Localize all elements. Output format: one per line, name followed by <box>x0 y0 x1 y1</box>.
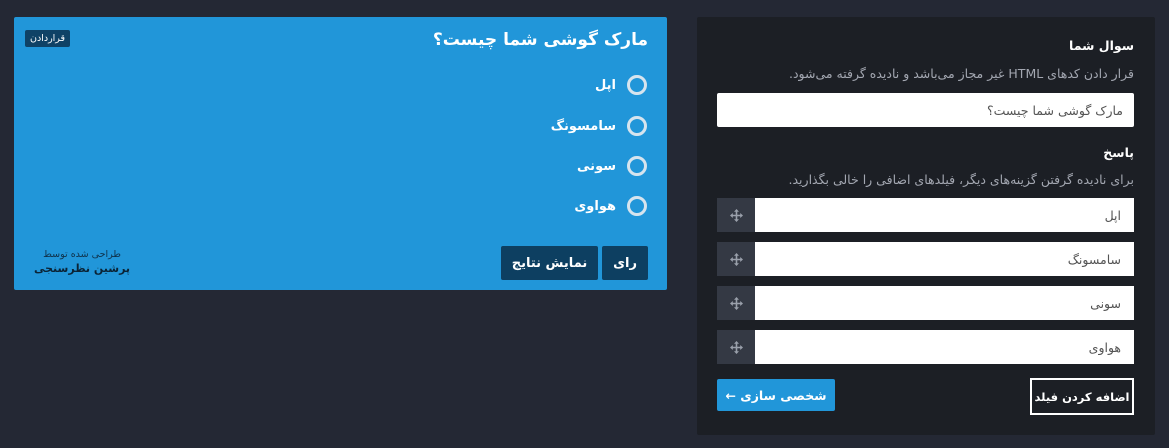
answer-row <box>717 330 1134 364</box>
move-arrows-icon[interactable] <box>717 242 755 276</box>
vote-button[interactable]: رای <box>602 246 648 280</box>
answer-input[interactable] <box>755 242 1134 276</box>
radio-button[interactable] <box>627 116 647 136</box>
poll-option[interactable]: هواوی <box>574 196 647 216</box>
answer-row <box>717 286 1134 320</box>
add-field-button[interactable]: اضافه کردن فیلد <box>1030 378 1134 415</box>
poll-preview: مارک گوشی شما چیست؟ قراردادن اپل سامسونگ… <box>14 17 667 290</box>
poll-title: مارک گوشی شما چیست؟ <box>432 30 648 50</box>
question-section-title: سوال شما <box>1069 38 1134 53</box>
credit-caption: طراحی شده توسط <box>43 249 121 260</box>
answer-input[interactable] <box>755 330 1134 364</box>
answer-row <box>717 242 1134 276</box>
credit-link[interactable]: پرشین نظرسنجی <box>34 262 130 275</box>
answer-help-text: برای نادیده گرفتن گزینه‌های دیگر، فیلدها… <box>788 172 1134 187</box>
radio-button[interactable] <box>627 156 647 176</box>
answer-input[interactable] <box>755 198 1134 232</box>
answer-input[interactable] <box>755 286 1134 320</box>
move-arrows-icon[interactable] <box>717 330 755 364</box>
radio-button[interactable] <box>627 75 647 95</box>
poll-option[interactable]: اپل <box>595 75 647 95</box>
poll-option-label: سونی <box>577 158 616 174</box>
poll-option-label: سامسونگ <box>550 118 616 134</box>
answer-row <box>717 198 1134 232</box>
answer-section-title: پاسخ <box>1103 145 1134 160</box>
show-results-button[interactable]: نمایش نتایج <box>501 246 598 280</box>
embed-button[interactable]: قراردادن <box>25 30 71 47</box>
credit: طراحی شده توسط پرشین نظرسنجی <box>34 249 130 275</box>
move-arrows-icon[interactable] <box>717 286 755 320</box>
question-help-text: قرار دادن کدهای HTML غیر مجاز می‌باشد و … <box>788 66 1134 81</box>
question-input[interactable] <box>717 93 1134 127</box>
poll-option-label: اپل <box>595 77 616 93</box>
customize-button[interactable]: شخصی سازی ← <box>717 379 835 411</box>
poll-option-label: هواوی <box>574 198 616 214</box>
poll-option[interactable]: سامسونگ <box>551 116 647 136</box>
move-arrows-icon[interactable] <box>717 198 755 232</box>
poll-editor-panel: سوال شما قرار دادن کدهای HTML غیر مجاز م… <box>697 17 1155 435</box>
radio-button[interactable] <box>627 196 647 216</box>
poll-option[interactable]: سونی <box>577 156 647 176</box>
